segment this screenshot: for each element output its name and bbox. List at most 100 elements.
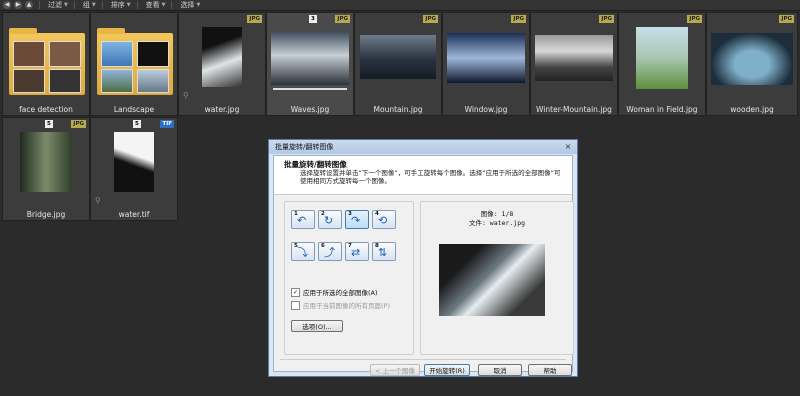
progress-underline (273, 88, 347, 90)
tile-caption: Landscape (113, 105, 155, 114)
image-thumbnail (360, 35, 436, 79)
image-tile-waves-jpg[interactable]: 3 JPG Waves.jpg (266, 12, 354, 116)
options-button[interactable]: 选项(O)... (291, 320, 343, 332)
toolbar-divider (73, 1, 75, 9)
flip-horizontal-icon: ⇄ (351, 246, 361, 259)
folder-preview-photo (13, 69, 45, 93)
group-menu-label: 组 (82, 1, 90, 9)
folder-preview-photo (101, 69, 133, 93)
chevron-down-icon: ▼ (91, 2, 96, 8)
toolbar-divider (101, 1, 103, 9)
rotation-order-badge: 5 (45, 120, 53, 128)
tile-caption: Mountain.jpg (373, 105, 423, 114)
dialog-description: 选择旋转设置并单击“下一个图像”，可手工旋转每个图像。选择“应用于所选的全部图像… (300, 169, 561, 185)
rotate-left-icon: ↶ (297, 214, 307, 227)
rotate-option-4-button[interactable]: 4 ⟲ (372, 210, 396, 229)
tile-caption: Woman in Field.jpg (626, 105, 698, 114)
folder-icon (9, 28, 85, 95)
image-tile-wooden-jpg[interactable]: JPG wooden.jpg (706, 12, 798, 116)
file-type-badge: JPG (335, 15, 350, 23)
rotate-option-7-button[interactable]: 7 ⇄ (345, 242, 369, 261)
file-type-badge: TIF (160, 120, 174, 128)
apply-to-all-checkbox[interactable]: ✓ 应用于所选的全部图像(A) (291, 287, 378, 297)
file-type-badge: JPG (687, 15, 702, 23)
filter-menu-label: 过滤 (48, 1, 62, 9)
view-menu[interactable]: 查看 ▼ (146, 0, 166, 10)
image-tile-woman-in-field-jpg[interactable]: JPG Woman in Field.jpg (618, 12, 706, 116)
image-thumbnail (447, 33, 525, 83)
image-tile-water-jpg[interactable]: JPG ⚲ water.jpg (178, 12, 266, 116)
image-tile-bridge-jpg[interactable]: 5 JPG Bridge.jpg (2, 117, 90, 221)
image-tile-mountain-jpg[interactable]: JPG Mountain.jpg (354, 12, 442, 116)
rotate-option-1-button[interactable]: 1 ↶ (291, 210, 315, 229)
tile-caption: wooden.jpg (730, 105, 774, 114)
up-icon[interactable]: ▲ (25, 1, 33, 9)
file-type-badge: JPG (511, 15, 526, 23)
file-type-badge: JPG (71, 120, 86, 128)
group-menu[interactable]: 组 ▼ (83, 0, 96, 10)
image-thumbnail (202, 27, 242, 87)
preview-filename: 文件: water.jpg (468, 219, 526, 227)
rotate-exif-icon: ⟲ (378, 214, 388, 227)
sort-menu[interactable]: 排序 ▼ (111, 0, 131, 10)
tile-caption: water.jpg (204, 105, 240, 114)
folder-preview-photo (101, 41, 133, 67)
filter-menu[interactable]: 过滤 ▼ (48, 0, 68, 10)
sort-menu-label: 排序 (110, 1, 125, 9)
apply-to-all-label: 应用于所选的全部图像(A) (303, 289, 378, 297)
dialog-header: 批量旋转/翻转图像 选择旋转设置并单击“下一个图像”，可手工旋转每个图像。选择“… (274, 156, 572, 195)
start-rotate-button[interactable]: 开始旋转(R) (424, 364, 470, 376)
flip-vertical-icon: ⇅ (378, 246, 388, 259)
forward-icon[interactable]: ▶ (14, 1, 22, 9)
image-thumbnail (20, 132, 72, 192)
rotate-option-6-button[interactable]: 6 ⤴ (318, 242, 342, 261)
image-tile-window-jpg[interactable]: JPG Window.jpg (442, 12, 530, 116)
tile-caption: Window.jpg (464, 105, 508, 114)
rotation-options-group: 1 ↶ 2 ↻ 3 ↷ 4 ⟲ 5 ⤵ 6 ⤴ 7 ⇄ 8 ⇅ ✓ 应用于所选的全部图像(A) 应… (284, 201, 414, 355)
select-menu-label: 选择 (180, 1, 195, 9)
tile-caption: water.tif (118, 210, 150, 219)
preview-panel: 图像: 1/8 文件: water.jpg (420, 201, 574, 355)
folder-preview-photo (137, 69, 169, 93)
tile-caption: Bridge.jpg (26, 210, 66, 219)
location-pin-icon: ⚲ (183, 91, 189, 100)
previous-image-button[interactable]: < 上一个图像 (370, 364, 420, 376)
checkbox-unchecked-icon (291, 300, 300, 310)
rotate-180-icon: ↻ (324, 214, 334, 227)
folder-preview-photo (137, 41, 169, 67)
back-icon[interactable]: ◀ (3, 1, 11, 9)
chevron-down-icon: ▼ (161, 2, 166, 8)
folder-preview-photo (49, 41, 81, 67)
image-thumbnail (636, 27, 688, 89)
rotate-option-2-button[interactable]: 2 ↻ (318, 210, 342, 229)
apply-to-pages-checkbox[interactable]: 应用于当前图像的所有页面(P) (291, 300, 390, 310)
file-type-badge: JPG (599, 15, 614, 23)
footer-divider (280, 359, 566, 360)
apply-to-pages-label: 应用于当前图像的所有页面(P) (303, 302, 390, 310)
help-button[interactable]: 帮助 (528, 364, 572, 376)
select-menu[interactable]: 选择 ▼ (180, 0, 200, 10)
file-type-badge: JPG (247, 15, 262, 23)
image-tile-winter-mountain-jpg[interactable]: JPG Winter-Mountain.jpg (530, 12, 618, 116)
image-tile-water-tif[interactable]: 5 TIF ⚲ water.tif (90, 117, 178, 221)
folder-preview-photo (13, 41, 45, 67)
rotate-option-3-button[interactable]: 3 ↷ (345, 210, 369, 229)
rotate-option-8-button[interactable]: 8 ⇅ (372, 242, 396, 261)
file-type-badge: JPG (423, 15, 438, 23)
image-thumbnail (271, 31, 349, 85)
batch-rotate-dialog: 批量旋转/翻转图像 × 批量旋转/翻转图像 选择旋转设置并单击“下一个图像”，可… (268, 139, 578, 377)
folder-tile-face-detection[interactable]: face detection (2, 12, 90, 116)
folder-tile-landscape[interactable]: Landscape (90, 12, 178, 116)
rotate-option-5-button[interactable]: 5 ⤵ (291, 242, 315, 261)
close-icon[interactable]: × (563, 142, 573, 152)
dialog-body: 批量旋转/翻转图像 选择旋转设置并单击“下一个图像”，可手工旋转每个图像。选择“… (273, 155, 574, 376)
tile-caption: Winter-Mountain.jpg (536, 105, 612, 114)
rotate-right-icon: ↷ (351, 214, 361, 227)
folder-preview-photo (49, 69, 81, 93)
cancel-button[interactable]: 取消 (478, 364, 522, 376)
image-thumbnail (114, 132, 154, 192)
chevron-down-icon: ▼ (126, 2, 131, 8)
image-thumbnail (711, 33, 793, 85)
tile-caption: face detection (19, 105, 73, 114)
dialog-titlebar[interactable]: 批量旋转/翻转图像 × (269, 140, 577, 154)
